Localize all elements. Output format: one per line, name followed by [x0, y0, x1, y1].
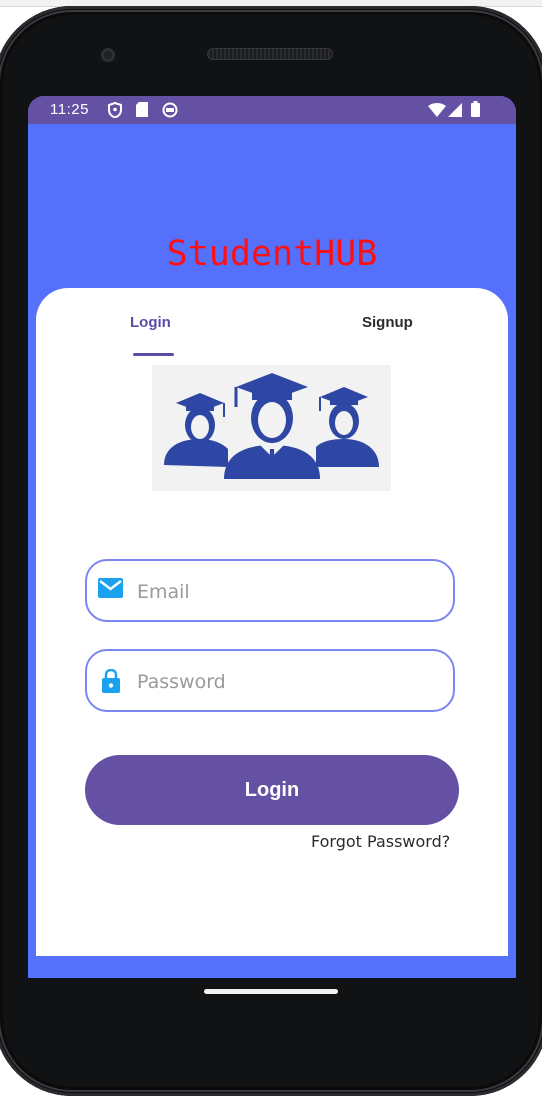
active-tab-indicator — [133, 353, 174, 356]
front-camera — [101, 48, 115, 62]
wifi-icon — [428, 103, 446, 121]
password-input[interactable] — [135, 651, 439, 712]
password-field[interactable] — [85, 649, 455, 712]
phone-screen: 11:25 StudentHUB Login Signup Email Logi… — [28, 96, 516, 978]
sd-card-icon — [136, 102, 148, 121]
graduates-illustration — [152, 365, 391, 491]
signal-icon — [448, 103, 462, 121]
status-time: 11:25 — [50, 101, 89, 118]
app-title: StudentHUB — [166, 234, 378, 274]
login-button[interactable]: Login — [85, 755, 459, 825]
email-field[interactable] — [85, 559, 455, 622]
lock-icon — [102, 668, 120, 698]
forgot-password-link[interactable]: Forgot Password? — [311, 832, 450, 851]
battery-icon — [471, 101, 480, 121]
auth-card: Login Signup Email Login Forgot Password… — [36, 288, 508, 956]
shield-icon — [108, 101, 122, 122]
sync-icon — [162, 102, 178, 122]
email-input[interactable] — [135, 561, 439, 622]
tab-signup[interactable]: Signup — [362, 314, 413, 331]
mail-icon — [98, 578, 123, 603]
tab-login[interactable]: Login — [130, 314, 171, 331]
home-gesture-bar[interactable] — [204, 989, 338, 994]
earpiece-speaker — [208, 49, 332, 59]
status-bar: 11:25 — [28, 96, 516, 124]
